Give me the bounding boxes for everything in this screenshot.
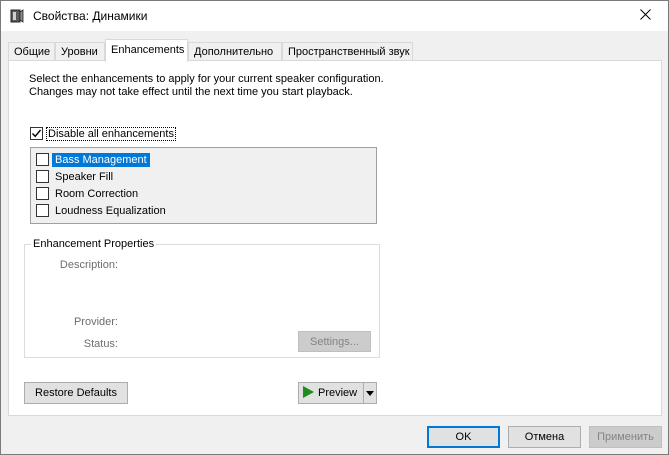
preview-dropdown-button[interactable] — [363, 383, 376, 403]
title-bar[interactable]: Свойства: Динамики — [1, 1, 668, 31]
checkmark-icon — [31, 129, 42, 138]
enhancements-description: Select the enhancements to apply for you… — [29, 73, 384, 98]
restore-defaults-button[interactable]: Restore Defaults — [24, 382, 128, 404]
provider-label: Provider: — [73, 316, 118, 328]
list-item[interactable]: Room Correction — [31, 185, 376, 202]
tab-advanced[interactable]: Дополнительно — [188, 42, 282, 61]
speaker-icon — [10, 9, 24, 23]
restore-defaults-label: Restore Defaults — [35, 387, 117, 399]
preview-label: Preview — [318, 387, 358, 399]
ok-button[interactable]: OK — [427, 426, 500, 448]
chevron-down-icon — [366, 387, 374, 399]
enhancements-panel: Select the enhancements to apply for you… — [8, 60, 662, 416]
tab-spatial-sound[interactable]: Пространственный звук — [282, 42, 413, 61]
list-item-label: Room Correction — [55, 187, 139, 200]
bass-management-checkbox[interactable] — [36, 153, 49, 166]
close-icon — [639, 9, 651, 23]
properties-window: Свойства: Динамики Общие Уровни Enhancem… — [0, 0, 669, 455]
tab-enhancements[interactable]: Enhancements — [105, 39, 188, 62]
preview-button[interactable]: Preview — [299, 383, 363, 403]
description-label: Description: — [59, 259, 118, 271]
apply-button[interactable]: Применить — [589, 426, 662, 448]
list-item[interactable]: Bass Management — [31, 151, 376, 168]
window-title: Свойства: Динамики — [33, 9, 148, 23]
disable-all-checkbox[interactable] — [30, 127, 43, 140]
close-button[interactable] — [622, 1, 668, 31]
speaker-fill-checkbox[interactable] — [36, 170, 49, 183]
list-item-label: Speaker Fill — [55, 170, 114, 183]
room-correction-checkbox[interactable] — [36, 187, 49, 200]
status-label: Status: — [83, 338, 118, 350]
tab-general[interactable]: Общие — [8, 42, 55, 61]
disable-all-row[interactable]: Disable all enhancements — [30, 126, 176, 141]
properties-group-title: Enhancement Properties — [31, 238, 157, 250]
list-item-label: Bass Management — [52, 152, 150, 167]
enhancement-properties-group: Enhancement Properties Description: Prov… — [24, 238, 380, 358]
settings-button[interactable]: Settings... — [298, 331, 371, 352]
cancel-button[interactable]: Отмена — [508, 426, 581, 448]
preview-split-button[interactable]: Preview — [298, 382, 377, 404]
tab-strip: Общие Уровни Enhancements Дополнительно … — [8, 39, 668, 62]
list-item[interactable]: Loudness Equalization — [31, 202, 376, 219]
play-icon — [301, 385, 315, 402]
list-item-label: Loudness Equalization — [55, 204, 166, 217]
loudness-equalization-checkbox[interactable] — [36, 204, 49, 217]
tab-levels[interactable]: Уровни — [55, 42, 105, 61]
list-item[interactable]: Speaker Fill — [31, 168, 376, 185]
enhancements-list[interactable]: Bass Management Speaker Fill Room Correc… — [30, 147, 377, 224]
disable-all-label[interactable]: Disable all enhancements — [46, 126, 176, 141]
